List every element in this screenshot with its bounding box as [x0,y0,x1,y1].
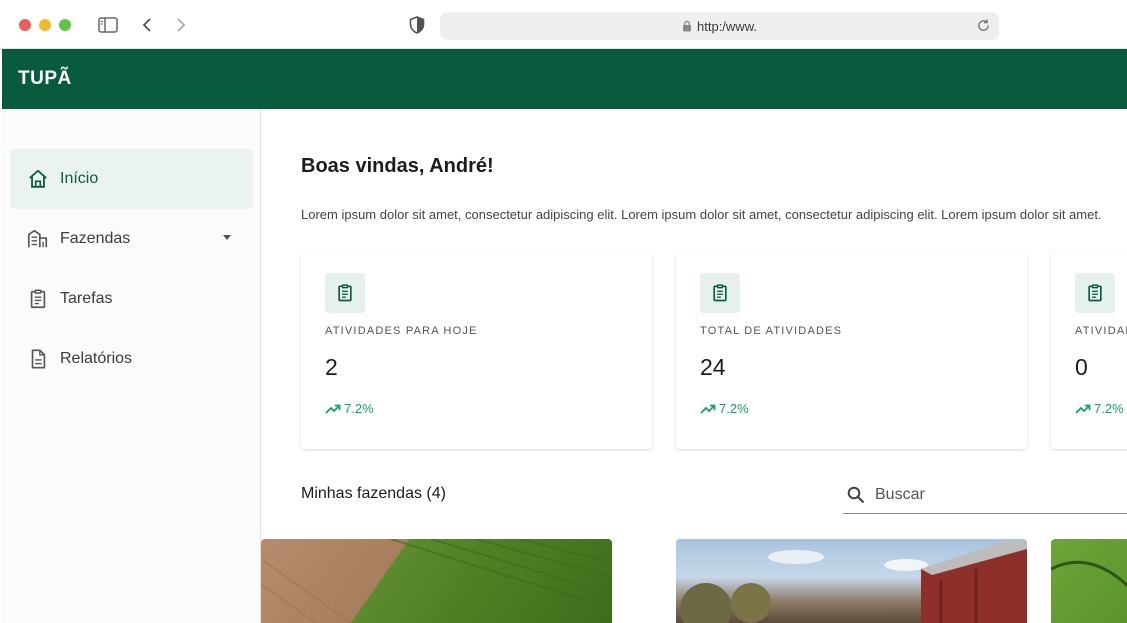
trending-up-icon [1075,404,1091,414]
sidebar-item-inicio[interactable]: Início [10,149,253,209]
stat-card-trend: 7.2% [1075,401,1124,416]
sidebar-item-fazendas[interactable]: Fazendas [10,209,253,269]
sidebar-item-label: Início [60,170,99,187]
privacy-shield-icon[interactable] [406,14,428,36]
stat-card-label: TOTAL DE ATIVIDADES [700,325,843,337]
trend-value: 7.2% [719,401,749,416]
farm-barn-photo [680,541,1027,623]
farm-card-image[interactable] [676,539,1027,623]
welcome-description: Lorem ipsum dolor sit amet, consectetur … [301,207,1102,222]
sidebar-item-label: Fazendas [60,230,131,247]
close-window-button[interactable] [19,19,31,31]
minimize-window-button[interactable] [39,19,51,31]
farm-card-image[interactable] [261,539,612,623]
app-header: TUPÃ [2,49,1127,109]
url-text: http:/www. [697,18,757,34]
clipboard-icon [325,273,365,313]
stat-card-today[interactable]: ATIVIDADES PARA HOJE 2 7.2% [301,251,652,449]
sidebar-item-relatorios[interactable]: Relatórios [10,329,253,389]
stat-card-trend: 7.2% [700,401,749,416]
trending-up-icon [325,404,341,414]
stat-card-value: 2 [325,354,338,380]
main-content: Boas vindas, André! Lorem ipsum dolor si… [261,109,1127,623]
forward-icon[interactable] [170,14,192,36]
document-icon [26,347,50,371]
chevron-down-icon[interactable] [223,235,231,240]
stat-card-label: ATIVIDADES [1075,325,1127,337]
address-bar[interactable]: http:/www. [440,12,999,40]
sidebar: Início Fazendas Tarefas Relatórios [2,109,261,623]
clipboard-icon [1075,273,1115,313]
back-icon[interactable] [136,14,158,36]
stat-card-third[interactable]: ATIVIDADES 0 7.2% [1051,251,1127,449]
lock-icon [682,20,692,32]
home-icon [26,167,50,191]
stat-card-label: ATIVIDADES PARA HOJE [325,325,478,337]
farms-section-title: Minhas fazendas (4) [301,485,446,502]
search-icon [845,484,867,506]
stat-card-trend: 7.2% [325,401,374,416]
sidebar-toggle-icon[interactable] [97,14,119,36]
sidebar-item-tarefas[interactable]: Tarefas [10,269,253,329]
clipboard-icon [26,287,50,311]
trending-up-icon [700,404,716,414]
farm-field-photo [261,539,612,623]
search-input[interactable] [875,486,1115,504]
clipboard-icon [700,273,740,313]
stat-card-value: 24 [700,354,726,380]
farm-search [843,477,1127,514]
farm-card-image[interactable] [1051,539,1127,623]
stat-card-total[interactable]: TOTAL DE ATIVIDADES 24 7.2% [676,251,1027,449]
sidebar-item-label: Relatórios [60,350,133,367]
trend-value: 7.2% [1094,401,1124,416]
maximize-window-button[interactable] [59,19,71,31]
brand-logo-text[interactable]: TUPÃ [18,68,72,90]
welcome-heading: Boas vindas, André! [301,155,494,177]
browser-chrome: http:/www. [0,0,1127,49]
trend-value: 7.2% [344,401,374,416]
farm-green-photo [1051,560,1127,588]
reload-icon[interactable] [976,18,991,33]
farm-building-icon [26,227,50,251]
sidebar-item-label: Tarefas [60,290,113,307]
stat-card-value: 0 [1075,354,1088,380]
